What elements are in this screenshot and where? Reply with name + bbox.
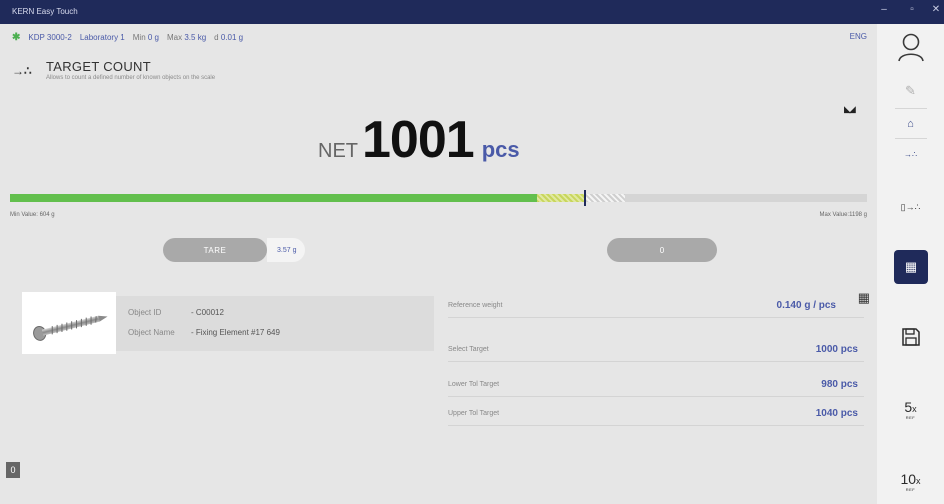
target-marker — [584, 190, 587, 206]
target-count-icon: →∴ — [12, 64, 32, 78]
max-label: Max — [167, 33, 183, 42]
upper-tol-target-row[interactable]: Upper Tol Target 1040 pcs — [448, 404, 864, 426]
bar-fill-upper-zone — [586, 194, 625, 202]
pin-button[interactable]: ✎ — [877, 80, 944, 102]
max-capacity: Max 3.5 kg — [167, 33, 206, 42]
param-label: Lower Tol Target — [448, 381, 500, 388]
location-name: Laboratory 1 — [79, 33, 125, 42]
sidebar-divider — [895, 138, 927, 139]
ref10-caption: REF — [905, 486, 916, 492]
readability: d 0.01 g — [214, 33, 243, 42]
bar-max-value: Max Value:1198 g — [819, 212, 867, 218]
param-value: 1000 pcs — [815, 344, 858, 355]
home-icon: ⌂ — [907, 118, 914, 130]
object-name-label: Object Name — [128, 328, 175, 337]
bluetooth-icon: ✱ — [12, 32, 21, 43]
d-value: 0.01 g — [220, 33, 244, 42]
device-name[interactable]: KDP 3000-2 — [28, 33, 71, 42]
ref10-icon: 10x — [900, 470, 921, 487]
app-title: KERN Easy Touch — [12, 7, 78, 16]
tare-value: 3.57 g — [267, 238, 305, 262]
zero-button[interactable]: 0 — [607, 238, 717, 262]
count-value: 1001 — [362, 111, 475, 169]
user-icon — [897, 33, 924, 62]
ref5-icon: 5x — [904, 398, 917, 415]
param-value: 0.140 g / pcs — [776, 300, 836, 311]
mode-description: Allows to count a defined number of know… — [46, 75, 216, 81]
object-name-value: - Fixing Element #17 649 — [191, 328, 280, 337]
screw-icon — [33, 315, 108, 341]
param-label: Select Target — [448, 346, 489, 353]
d-label: d — [214, 33, 219, 42]
net-label: NET — [318, 140, 358, 162]
count-reference-button[interactable]: ▯→∴ — [877, 197, 944, 217]
mode-title: TARGET COUNT — [46, 59, 151, 74]
right-sidebar: ✎ ⌂ →∴ ▯→∴ ▦ 5x REF 10x REF — [877, 24, 944, 504]
param-label: Upper Tol Target — [448, 410, 500, 417]
min-capacity: Min 0 g — [133, 33, 159, 42]
max-value: 3.5 kg — [184, 33, 207, 42]
tare-button[interactable]: TARE — [163, 238, 267, 262]
reference-count-icon: ▯→∴ — [900, 201, 921, 212]
bar-min-value: Min Value: 604 g — [10, 212, 55, 218]
object-id-value: - C00012 — [191, 308, 224, 317]
save-icon — [901, 328, 920, 346]
count-unit: pcs — [481, 137, 520, 162]
language-selector[interactable]: ENG — [850, 32, 867, 41]
param-value: 980 pcs — [821, 379, 858, 390]
save-button[interactable] — [877, 324, 944, 350]
collapse-icon[interactable]: ◣◢ — [844, 104, 856, 115]
close-button[interactable]: ✕ — [928, 4, 944, 15]
device-info-bar: ✱ KDP 3000-2 Laboratory 1 Min 0 g Max 3.… — [12, 32, 243, 43]
bar-fill-green — [10, 194, 538, 202]
select-target-row[interactable]: Select Target 1000 pcs — [448, 340, 864, 362]
param-label: Reference weight — [448, 302, 503, 309]
object-info-panel[interactable]: Object ID - C00012 Object Name - Fixing … — [116, 296, 434, 351]
sidebar-divider — [895, 108, 927, 109]
pin-icon: ✎ — [905, 83, 916, 98]
reference-weight-row[interactable]: Reference weight 0.140 g / pcs ▦ — [448, 290, 870, 318]
ref-5x-button[interactable]: 5x REF — [877, 394, 944, 424]
ref5-caption: REF — [905, 414, 916, 420]
object-image — [22, 292, 116, 354]
param-value: 1040 pcs — [815, 408, 858, 419]
main-panel: ✱ KDP 3000-2 Laboratory 1 Min 0 g Max 3.… — [0, 24, 877, 504]
minimize-button[interactable]: – — [876, 4, 892, 15]
user-button[interactable] — [877, 30, 944, 64]
min-label: Min — [132, 33, 146, 42]
tolerance-bar — [10, 190, 867, 206]
title-bar: KERN Easy Touch – ▫ ✕ — [0, 0, 944, 24]
ref-10x-button[interactable]: 10x REF — [877, 466, 944, 496]
calculator-active-icon: ▦ — [904, 259, 918, 274]
calculator-button[interactable]: ▦ — [894, 250, 928, 284]
object-id-label: Object ID — [128, 308, 162, 317]
maximize-button[interactable]: ▫ — [904, 4, 920, 15]
status-tag: 0 — [6, 462, 20, 478]
weight-readout: NET 1001 pcs — [318, 110, 520, 170]
lower-tol-target-row[interactable]: Lower Tol Target 980 pcs — [448, 375, 864, 397]
calculator-icon[interactable]: ▦ — [858, 290, 870, 306]
target-count-mode-button[interactable]: →∴ — [877, 144, 944, 164]
min-value: 0 g — [147, 33, 159, 42]
target-count-icon: →∴ — [903, 149, 918, 159]
home-button[interactable]: ⌂ — [877, 114, 944, 134]
bar-fill-tolerance — [537, 194, 585, 202]
